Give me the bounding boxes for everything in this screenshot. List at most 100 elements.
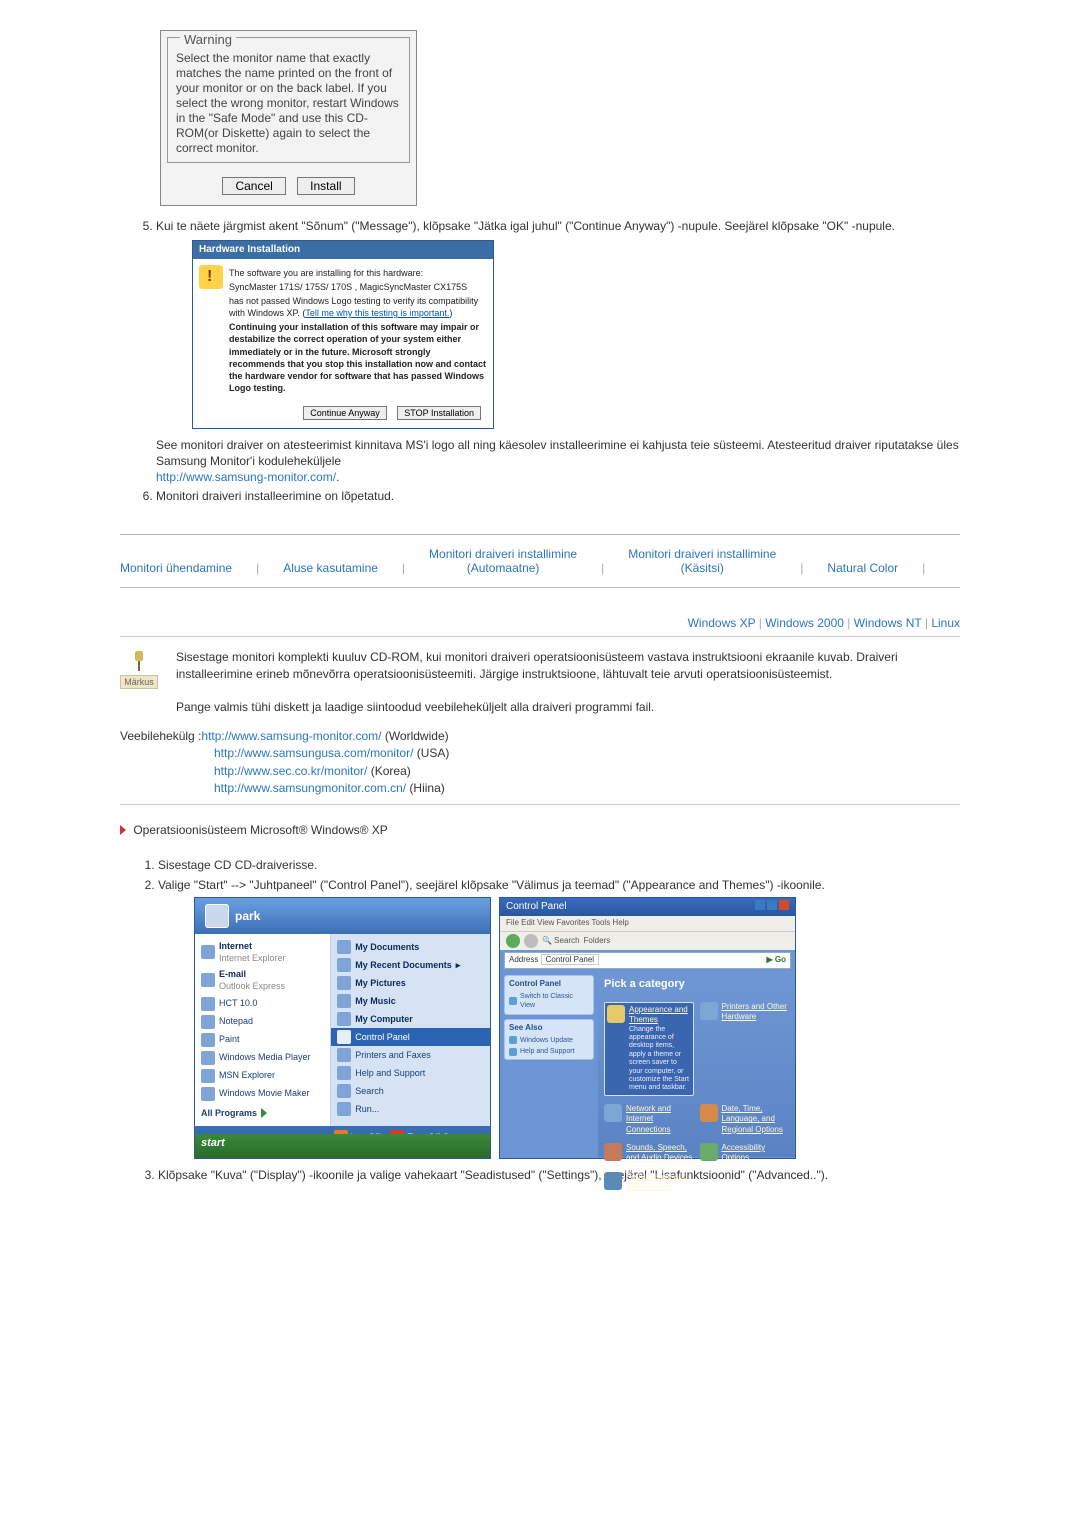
sm-internet[interactable]: InternetInternet Explorer bbox=[195, 938, 330, 966]
arrow-right-icon bbox=[261, 1108, 267, 1118]
sm-all-programs[interactable]: All Programs bbox=[195, 1103, 330, 1123]
notepad-icon bbox=[201, 1015, 215, 1029]
warning-dialog: Warning Select the monitor name that exa… bbox=[160, 30, 417, 206]
computer-icon bbox=[337, 1012, 351, 1026]
hw-text: The software you are installing for this… bbox=[229, 265, 487, 396]
hw-title: Hardware Installation bbox=[193, 241, 493, 259]
warning-body: Select the monitor name that exactly mat… bbox=[176, 51, 401, 156]
cat-sounds[interactable]: Sounds, Speech, and Audio Devices bbox=[604, 1143, 694, 1164]
tab-connect[interactable]: Monitori ühendamine bbox=[120, 561, 232, 575]
cat-printers[interactable]: Printers and Other Hardware bbox=[700, 1002, 790, 1023]
sm-paint[interactable]: Paint bbox=[195, 1031, 330, 1049]
folder-icon bbox=[337, 994, 351, 1008]
link-usa[interactable]: http://www.samsungusa.com/monitor/ bbox=[214, 746, 413, 760]
link-worldwide[interactable]: http://www.samsung-monitor.com/ bbox=[201, 729, 381, 743]
sm-email[interactable]: E-mailOutlook Express bbox=[195, 966, 330, 994]
link-china[interactable]: http://www.samsungmonitor.com.cn/ bbox=[214, 781, 406, 795]
minimize-icon[interactable] bbox=[755, 900, 765, 910]
stop-installation-button[interactable]: STOP Installation bbox=[397, 406, 481, 420]
sm-wmp[interactable]: Windows Media Player bbox=[195, 1049, 330, 1067]
tell-me-why-link[interactable]: Tell me why this testing is important. bbox=[305, 308, 449, 318]
link-windows-nt[interactable]: Windows NT bbox=[854, 616, 922, 630]
hw-line3: has not passed Windows Logo testing to v… bbox=[229, 295, 487, 319]
search-toolbar[interactable]: 🔍 Search bbox=[542, 936, 580, 947]
cat-accessibility[interactable]: Accessibility Options bbox=[700, 1143, 790, 1164]
website-label: Veebilehekülg : bbox=[120, 729, 201, 743]
sm-music[interactable]: My Music bbox=[331, 992, 490, 1010]
sm-pics[interactable]: My Pictures bbox=[331, 974, 490, 992]
continue-anyway-button[interactable]: Continue Anyway bbox=[303, 406, 387, 420]
sm-movie[interactable]: Windows Movie Maker bbox=[195, 1085, 330, 1103]
cat-appearance[interactable]: Appearance and ThemesChange the appearan… bbox=[604, 1002, 694, 1096]
tab-driver-auto[interactable]: Monitori draiveri installimine (Automaat… bbox=[429, 547, 577, 575]
cat-network[interactable]: Network and Internet Connections bbox=[604, 1104, 694, 1135]
forward-button[interactable] bbox=[524, 934, 538, 948]
separator bbox=[120, 587, 960, 588]
hardware-installation-dialog: Hardware Installation The software you a… bbox=[192, 240, 494, 429]
start-button[interactable]: start bbox=[195, 1134, 490, 1158]
app-icon bbox=[201, 997, 215, 1011]
step-5: Kui te näete järgmist akent "Sõnum" ("Me… bbox=[156, 218, 960, 486]
back-button[interactable] bbox=[506, 934, 520, 948]
install-button[interactable]: Install bbox=[297, 177, 354, 195]
sm-hct[interactable]: HCT 10.0 bbox=[195, 995, 330, 1013]
sm-mycomp[interactable]: My Computer bbox=[331, 1010, 490, 1028]
sm-printers[interactable]: Printers and Faxes bbox=[331, 1046, 490, 1064]
network-icon bbox=[604, 1104, 622, 1122]
sm-run[interactable]: Run... bbox=[331, 1100, 490, 1118]
sm-mydocs[interactable]: My Documents bbox=[331, 938, 490, 956]
sm-control-panel[interactable]: Control Panel bbox=[331, 1028, 490, 1046]
link-linux[interactable]: Linux bbox=[931, 616, 960, 630]
cp-switch-classic[interactable]: Switch to Classic View bbox=[509, 992, 589, 1011]
sm-search[interactable]: Search bbox=[331, 1082, 490, 1100]
maximize-icon[interactable] bbox=[767, 900, 777, 910]
hw-line2: SyncMaster 171S/ 175S/ 170S , MagicSyncM… bbox=[229, 281, 487, 293]
website-block: Veebilehekülg :http://www.samsung-monito… bbox=[120, 728, 960, 798]
sm-msn[interactable]: MSN Explorer bbox=[195, 1067, 330, 1085]
cp-windows-update[interactable]: Windows Update bbox=[509, 1036, 589, 1045]
dot-icon bbox=[509, 1036, 517, 1044]
tab-base[interactable]: Aluse kasutamine bbox=[283, 561, 378, 575]
window-buttons bbox=[753, 900, 789, 915]
xp-step-3: Klõpsake "Kuva" ("Display") -ikoonile ja… bbox=[158, 1167, 960, 1183]
link-windows-2000[interactable]: Windows 2000 bbox=[765, 616, 844, 630]
globe-icon bbox=[700, 1104, 718, 1122]
folders-toolbar[interactable]: Folders bbox=[584, 936, 611, 947]
cancel-button[interactable]: Cancel bbox=[222, 177, 285, 195]
cp-see-also: See Also bbox=[509, 1023, 589, 1034]
sm-notepad[interactable]: Notepad bbox=[195, 1013, 330, 1031]
cp-title: Control Panel bbox=[506, 900, 567, 915]
note-text: Sisestage monitori komplekti kuuluv CD-R… bbox=[176, 649, 960, 716]
samsung-monitor-link[interactable]: http://www.samsung-monitor.com/ bbox=[156, 470, 336, 484]
search-icon bbox=[337, 1084, 351, 1098]
tab-driver-manual[interactable]: Monitori draiveri installimine (Käsitsi) bbox=[628, 547, 776, 575]
accessibility-icon bbox=[700, 1143, 718, 1161]
hw-line1: The software you are installing for this… bbox=[229, 267, 487, 279]
go-button[interactable]: ▶ Go bbox=[767, 955, 786, 966]
close-icon[interactable] bbox=[779, 900, 789, 910]
mail-icon bbox=[201, 973, 215, 987]
tab-natural-color[interactable]: Natural Color bbox=[827, 561, 898, 575]
note-row: Märkus Sisestage monitori komplekti kuul… bbox=[120, 649, 960, 716]
address-label: Address bbox=[509, 955, 538, 964]
os-heading: Operatsioonisüsteem Microsoft® Windows® … bbox=[120, 823, 960, 837]
link-korea[interactable]: http://www.sec.co.kr/monitor/ bbox=[214, 764, 367, 778]
sm-recent[interactable]: My Recent Documents ▸ bbox=[331, 956, 490, 974]
xp-steps: Sisestage CD CD-draiverisse. Valige "Sta… bbox=[140, 857, 960, 1184]
note-icon: Märkus bbox=[120, 649, 158, 689]
xp-step-1: Sisestage CD CD-draiverisse. bbox=[158, 857, 960, 873]
folder-icon bbox=[337, 958, 351, 972]
link-windows-xp[interactable]: Windows XP bbox=[688, 616, 756, 630]
cat-date[interactable]: Date, Time, Language, and Regional Optio… bbox=[700, 1104, 790, 1135]
cp-help-support[interactable]: Help and Support bbox=[509, 1047, 589, 1056]
ie-icon bbox=[201, 945, 215, 959]
address-field[interactable]: Control Panel bbox=[541, 954, 599, 965]
sm-help[interactable]: Help and Support bbox=[331, 1064, 490, 1082]
warning-legend: Warning bbox=[180, 32, 236, 47]
cat-performance[interactable]: Performance and Maintenance bbox=[604, 1172, 694, 1193]
printer-icon bbox=[700, 1002, 718, 1020]
folder-icon bbox=[337, 976, 351, 990]
control-panel-screenshot: Control Panel File Edit View Favorites T… bbox=[499, 897, 796, 1159]
cp-menubar[interactable]: File Edit View Favorites Tools Help bbox=[500, 916, 795, 931]
msn-icon bbox=[201, 1069, 215, 1083]
